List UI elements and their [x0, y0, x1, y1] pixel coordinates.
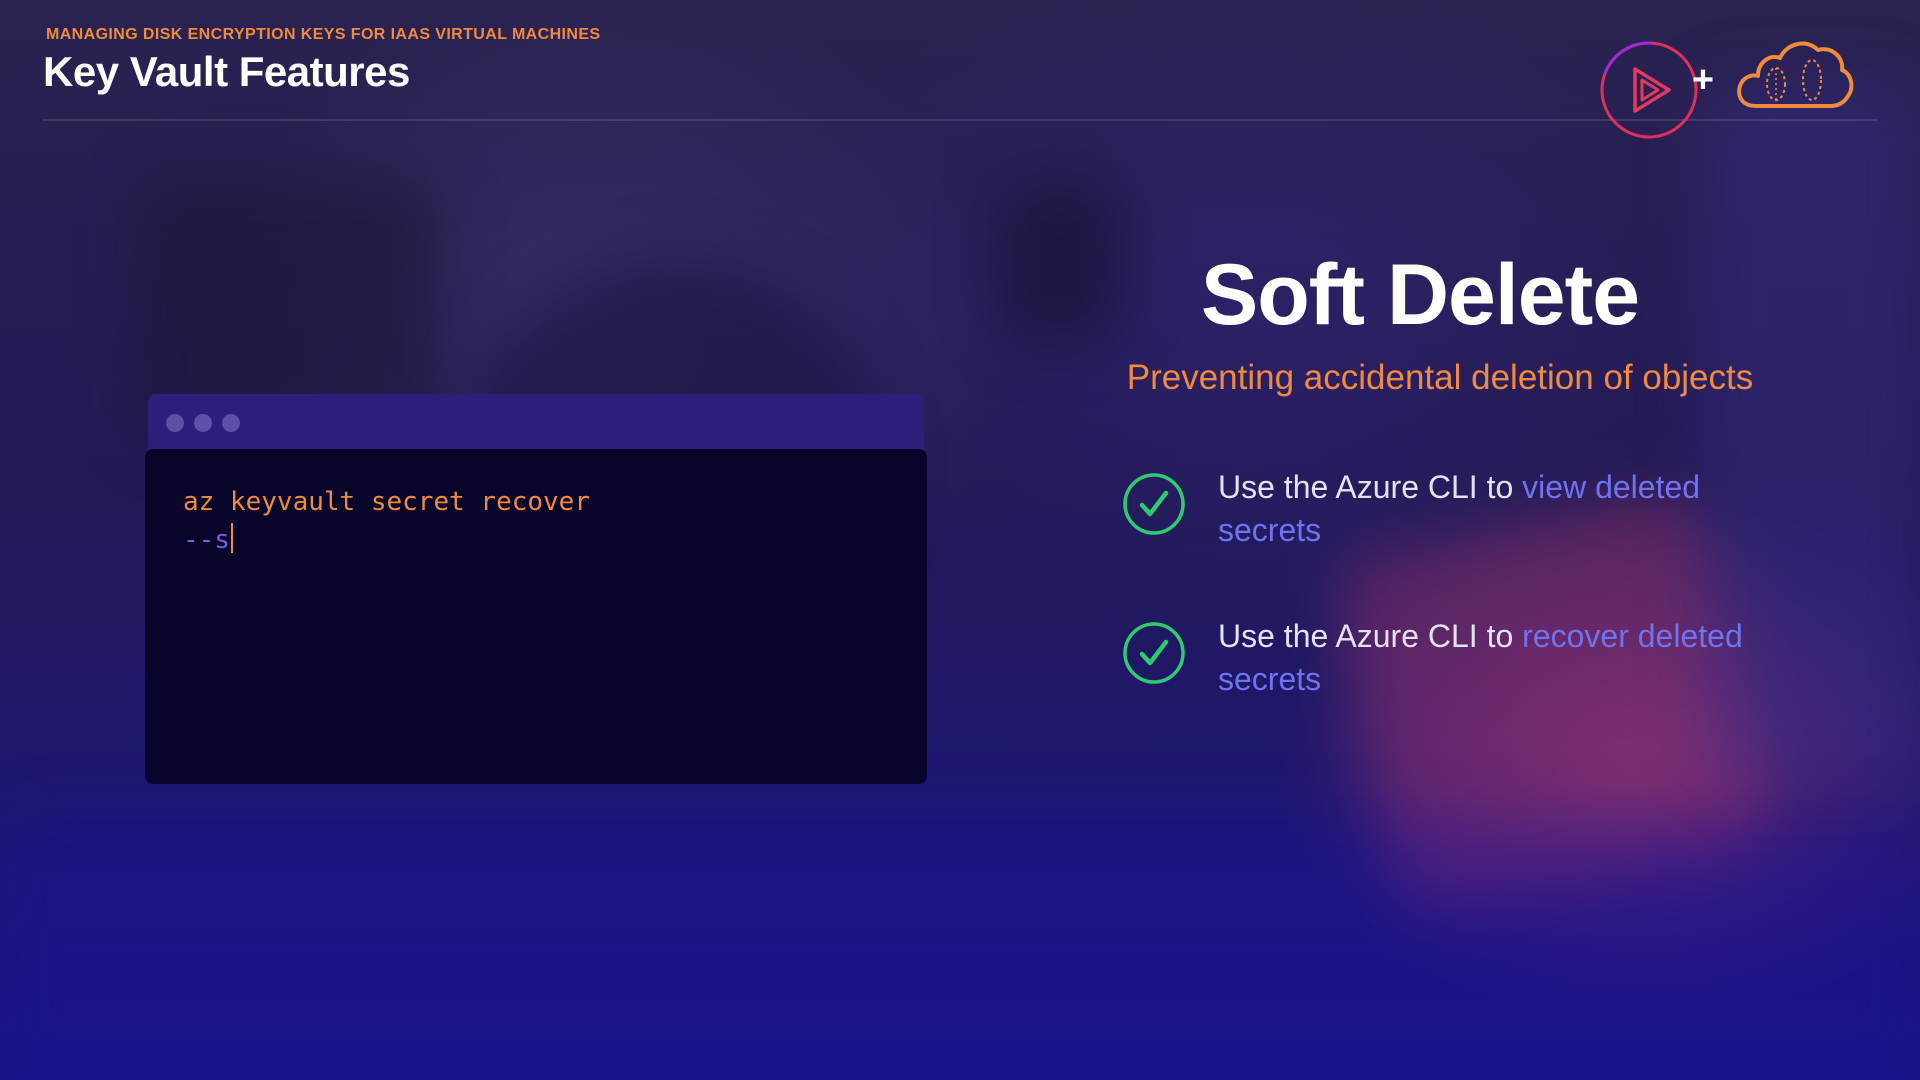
logo-separator: + — [1691, 59, 1715, 101]
course-module-label: MANAGING DISK ENCRYPTION KEYS FOR IAAS V… — [46, 26, 601, 43]
window-dot-icon — [222, 414, 240, 432]
window-dot-icon — [194, 414, 212, 432]
terminal-title-bar — [148, 394, 924, 452]
terminal-argument-line: --s — [183, 523, 233, 555]
slide-subheading: Preventing accidental deletion of object… — [1126, 358, 1754, 397]
text-cursor — [230, 523, 233, 553]
terminal-window: az keyvault secret recover --s — [145, 394, 927, 784]
check-circle-icon — [1123, 473, 1185, 535]
bullet-prefix: Use the Azure CLI to — [1218, 469, 1523, 505]
background-blur — [0, 820, 1920, 1080]
play-logo-icon — [1600, 41, 1698, 139]
bullet-prefix: Use the Azure CLI to — [1218, 618, 1523, 654]
window-dot-icon — [166, 414, 184, 432]
terminal-command-line: az keyvault secret recover — [183, 487, 590, 517]
bullet-text: Use the Azure CLI to recover deleted sec… — [1218, 615, 1808, 701]
slide-canvas: MANAGING DISK ENCRYPTION KEYS FOR IAAS V… — [0, 0, 1920, 1080]
bullet-text: Use the Azure CLI to view deleted secret… — [1218, 466, 1808, 552]
cloud-logo-icon — [1737, 41, 1854, 108]
bullet-item: Use the Azure CLI to view deleted secret… — [1122, 466, 1802, 566]
bullet-item: Use the Azure CLI to recover deleted sec… — [1122, 615, 1802, 715]
terminal-body[interactable]: az keyvault secret recover --s — [145, 449, 927, 784]
check-circle-icon — [1123, 622, 1185, 684]
terminal-argument-text: --s — [183, 525, 230, 555]
section-title: Key Vault Features — [43, 48, 410, 95]
slide-heading: Soft Delete — [1200, 247, 1640, 343]
